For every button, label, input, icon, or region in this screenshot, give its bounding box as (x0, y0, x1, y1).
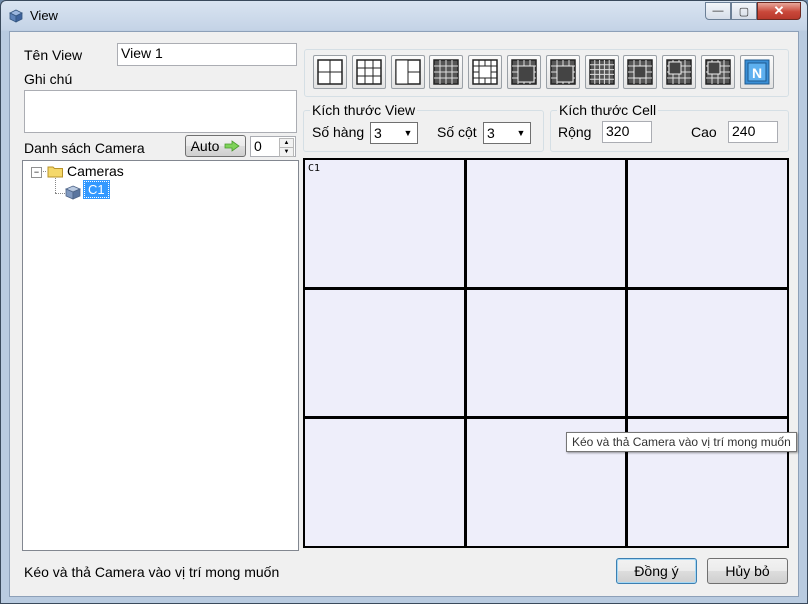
tooltip: Kéo và thả Camera vào vị trí mong muốn (566, 432, 797, 452)
ok-button[interactable]: Đồng ý (616, 558, 697, 584)
layout-custom-n-icon: N (744, 59, 770, 85)
layout-5x5-icon (588, 59, 615, 85)
view-dialog: View — ▢ ✕ Tên View View 1 Ghi chú Danh … (0, 0, 808, 604)
grid-cell[interactable] (628, 289, 787, 417)
layout-1plus11-icon (705, 59, 731, 85)
minimize-button[interactable]: — (705, 2, 731, 20)
layout-1plus16-button[interactable] (623, 55, 658, 89)
maximize-button[interactable]: ▢ (731, 2, 757, 20)
layout-1plus3-button[interactable] (390, 55, 425, 89)
layout-1plus5-button[interactable] (507, 55, 541, 89)
camera-grid[interactable]: C1 (303, 158, 789, 548)
grid-cell[interactable] (466, 160, 626, 287)
dialog-client-area: Tên View View 1 Ghi chú Danh sách Camera… (9, 31, 799, 597)
auto-count-stepper[interactable]: 0 ▲ ▼ (250, 136, 296, 157)
chevron-down-icon: ▼ (516, 128, 526, 138)
layout-4x4-button[interactable] (429, 55, 464, 89)
tree-connector (55, 178, 56, 193)
cols-select[interactable]: 3 ▼ (483, 122, 531, 144)
layout-1plus9-button[interactable] (662, 55, 697, 89)
grid-cell[interactable] (466, 289, 626, 417)
cell-size-legend: Kích thước Cell (557, 102, 659, 118)
auto-button-label: Auto (190, 138, 220, 154)
stepper-down-icon[interactable]: ▼ (279, 147, 294, 157)
layout-1plus11-button[interactable] (701, 55, 735, 89)
rows-select[interactable]: 3 ▼ (370, 122, 418, 144)
layout-1plus12-icon (472, 59, 498, 85)
close-button[interactable]: ✕ (757, 2, 801, 20)
view-cube-icon (9, 9, 23, 23)
camera-list-label: Danh sách Camera (24, 140, 145, 156)
layout-2x2-icon (317, 59, 343, 85)
camera-tree[interactable]: − Cameras C1 (22, 160, 299, 551)
layout-1plus3-icon (394, 59, 421, 85)
tree-root-cameras[interactable]: Cameras (67, 163, 124, 179)
tree-item-camera-c1[interactable]: C1 (83, 180, 110, 199)
cell-width-input[interactable]: 320 (602, 121, 652, 143)
layout-3x3-icon (356, 59, 382, 85)
tree-connector (55, 193, 65, 194)
cell-height-input[interactable]: 240 (728, 121, 778, 143)
width-label: Rộng (558, 124, 592, 140)
view-name-input[interactable]: View 1 (117, 43, 297, 66)
layout-1plus9-icon (666, 59, 692, 85)
chevron-down-icon: ▼ (403, 128, 413, 138)
svg-text:N: N (752, 65, 762, 81)
grid-cell[interactable] (628, 160, 787, 287)
layout-1plus7-button[interactable] (545, 55, 580, 89)
window-title: View (30, 8, 58, 23)
status-text: Kéo và thả Camera vào vị trí mong muốn (24, 564, 280, 580)
auto-count-value: 0 (254, 138, 262, 154)
layout-4x4-icon (433, 59, 460, 85)
layout-5x5-button[interactable] (584, 55, 619, 89)
grid-cell[interactable]: C1 (305, 160, 464, 287)
window-controls: — ▢ ✕ (705, 2, 801, 21)
layout-custom-n-button[interactable]: N (739, 55, 774, 89)
cols-label: Số cột (437, 124, 477, 140)
grid-cell-label: C1 (308, 163, 321, 174)
cancel-button[interactable]: Hủy bỏ (707, 558, 788, 584)
title-bar[interactable]: View — ▢ ✕ (1, 1, 807, 31)
note-label: Ghi chú (24, 71, 73, 87)
height-label: Cao (691, 124, 717, 140)
camera-icon (65, 185, 81, 200)
view-name-label: Tên View (24, 47, 83, 63)
folder-icon (47, 166, 63, 178)
note-textarea[interactable] (24, 90, 297, 133)
layout-1plus12-button[interactable] (468, 55, 503, 89)
tree-connector (41, 171, 46, 172)
layout-1plus16-icon (627, 59, 654, 85)
grid-cell[interactable] (305, 419, 464, 546)
rows-value: 3 (374, 125, 382, 141)
auto-button[interactable]: Auto (185, 135, 246, 157)
arrow-right-icon (225, 140, 241, 152)
layout-2x2-button[interactable] (313, 55, 347, 89)
view-size-legend: Kích thước View (310, 102, 418, 118)
rows-label: Số hàng (312, 124, 365, 140)
collapse-icon[interactable]: − (31, 167, 42, 178)
grid-cell[interactable] (305, 289, 464, 417)
layout-3x3-button[interactable] (351, 55, 386, 89)
layout-1plus7-icon (550, 59, 576, 85)
layout-1plus5-icon (511, 59, 537, 85)
cols-value: 3 (487, 125, 495, 141)
